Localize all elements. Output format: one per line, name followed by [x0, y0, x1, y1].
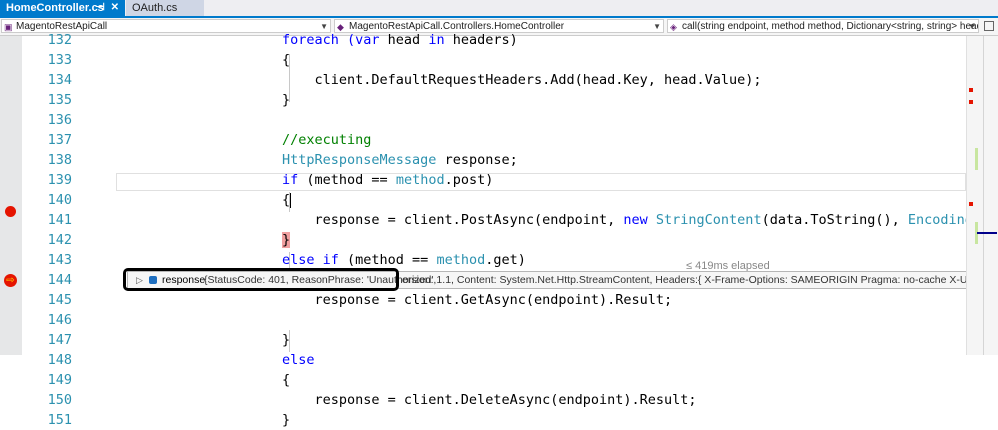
code-token: method	[436, 252, 486, 268]
code-line[interactable]: {	[282, 370, 290, 390]
code-line[interactable]: if (method == method.post)	[282, 170, 493, 190]
line-number: 142	[47, 232, 72, 248]
code-line[interactable]: }	[282, 330, 290, 350]
line-number: 147	[47, 332, 72, 348]
code-token: response = client.PostAsync(endpoint,	[282, 212, 624, 228]
code-line[interactable]: }	[282, 230, 291, 250]
code-token: in	[428, 32, 445, 48]
code-line[interactable]: }	[282, 410, 290, 430]
line-number: 145	[47, 292, 72, 308]
line-number: 144	[47, 272, 72, 288]
scrollbar-divider	[983, 36, 984, 355]
code-token: }	[282, 412, 291, 428]
code-token: (method ==	[298, 172, 396, 188]
code-token: }	[282, 332, 291, 348]
code-token: else if	[282, 252, 339, 268]
code-line[interactable]: response = client.GetAsync(endpoint).Res…	[282, 290, 673, 310]
code-line[interactable]: }	[282, 90, 290, 110]
method-icon: ◈	[670, 22, 677, 32]
line-number: 143	[47, 252, 72, 268]
csharp-project-icon: ▣	[4, 22, 13, 32]
vertical-scrollbar[interactable]	[966, 36, 998, 355]
code-token: {	[282, 372, 291, 388]
code-token: (data.ToString(),	[761, 212, 908, 228]
code-line[interactable]: {	[282, 190, 292, 210]
code-token: foreach (	[282, 32, 356, 48]
code-token: HttpResponseMessage	[282, 152, 437, 168]
code-token: Encoding	[907, 212, 973, 228]
code-line[interactable]: response = client.DeleteAsync(endpoint).…	[282, 390, 697, 410]
close-icon[interactable]: ✕	[111, 2, 119, 13]
current-line-highlight	[116, 173, 966, 191]
code-token: else	[282, 352, 315, 368]
tab-homecontroller-label: HomeController.cs	[6, 2, 104, 14]
code-token: if	[282, 172, 299, 188]
code-token: method	[395, 172, 445, 188]
member-dropdown-label: call(string endpoint, method method, Dic…	[682, 21, 979, 32]
code-token: //executing	[282, 132, 372, 148]
code-line[interactable]: client.DefaultRequestHeaders.Add(head.Ke…	[282, 70, 762, 90]
code-line[interactable]: else	[282, 350, 315, 370]
scrollbar-breakpoint-marker	[969, 100, 973, 104]
line-number: 132	[47, 32, 72, 48]
code-token: StringContent	[655, 212, 762, 228]
breakpoint-current-statement-icon[interactable]: ⇨	[4, 274, 17, 287]
breakpoint-margin[interactable]	[0, 36, 22, 355]
code-line[interactable]: HttpResponseMessage response;	[282, 150, 518, 170]
datatip-value-continued: ersion: 1.1, Content: System.Net.Http.St…	[402, 274, 996, 286]
line-number: 135	[47, 92, 72, 108]
code-token: response;	[436, 152, 518, 168]
code-line[interactable]: foreach (var head in headers)	[282, 30, 518, 50]
code-token: head	[379, 32, 429, 48]
scrollbar-change-marker	[975, 148, 978, 170]
code-token: new	[623, 212, 648, 228]
line-number: 141	[47, 212, 72, 228]
code-token: {	[282, 52, 291, 68]
document-tab-bar: HomeController.cs ⊣ ✕ OAuth.cs	[0, 0, 998, 18]
code-token: }	[282, 92, 291, 108]
code-line[interactable]: {	[282, 50, 290, 70]
code-token: .get)	[485, 252, 526, 268]
line-number: 139	[47, 172, 72, 188]
line-number: 150	[47, 392, 72, 408]
code-line[interactable]: else if (method == method.get)	[282, 250, 526, 270]
code-token: var	[355, 32, 380, 48]
chevron-down-icon[interactable]: ▼	[968, 20, 976, 32]
line-number: 137	[47, 132, 72, 148]
code-editor[interactable]: 132 foreach (var head in headers) 133{134 …	[0, 32, 998, 428]
line-number: 134	[47, 72, 72, 88]
tab-oauth[interactable]: OAuth.cs	[126, 0, 204, 16]
member-dropdown[interactable]: ◈ call(string endpoint, method method, D…	[667, 19, 979, 33]
code-line[interactable]: //executing	[282, 130, 371, 150]
code-token: response = client.DeleteAsync(endpoint).…	[282, 392, 697, 408]
line-number: 149	[47, 372, 72, 388]
text-caret	[290, 192, 292, 208]
scrollbar-caret-marker	[977, 232, 997, 234]
line-number: 133	[47, 52, 72, 68]
line-number: 146	[47, 312, 72, 328]
line-number: 151	[47, 412, 72, 428]
chevron-down-icon[interactable]: ▼	[653, 20, 661, 32]
pin-icon[interactable]: ⊣	[96, 2, 105, 13]
code-token: {	[282, 192, 291, 208]
tab-homecontroller[interactable]: HomeController.cs ⊣ ✕	[0, 0, 125, 16]
code-token: (method ==	[338, 252, 437, 268]
code-token: }	[282, 232, 291, 248]
line-number: 136	[47, 112, 72, 128]
line-number: 138	[47, 152, 72, 168]
breakpoint-icon[interactable]	[5, 206, 16, 217]
scrollbar-breakpoint-marker	[969, 88, 973, 92]
highlight-annotation-box	[123, 268, 399, 291]
code-line[interactable]: response = client.PostAsync(endpoint, ne…	[282, 210, 973, 230]
code-token: headers)	[444, 32, 518, 48]
scrollbar-breakpoint-marker	[969, 202, 973, 206]
code-token: client.DefaultRequestHeaders.Add(head.Ke…	[282, 72, 762, 88]
tab-oauth-label: OAuth.cs	[132, 2, 178, 14]
split-window-icon[interactable]	[984, 21, 994, 31]
code-token: response = client.GetAsync(endpoint).Res…	[282, 292, 673, 308]
code-token: .post)	[444, 172, 494, 188]
line-number: 140	[47, 192, 72, 208]
line-number: 148	[47, 352, 72, 368]
